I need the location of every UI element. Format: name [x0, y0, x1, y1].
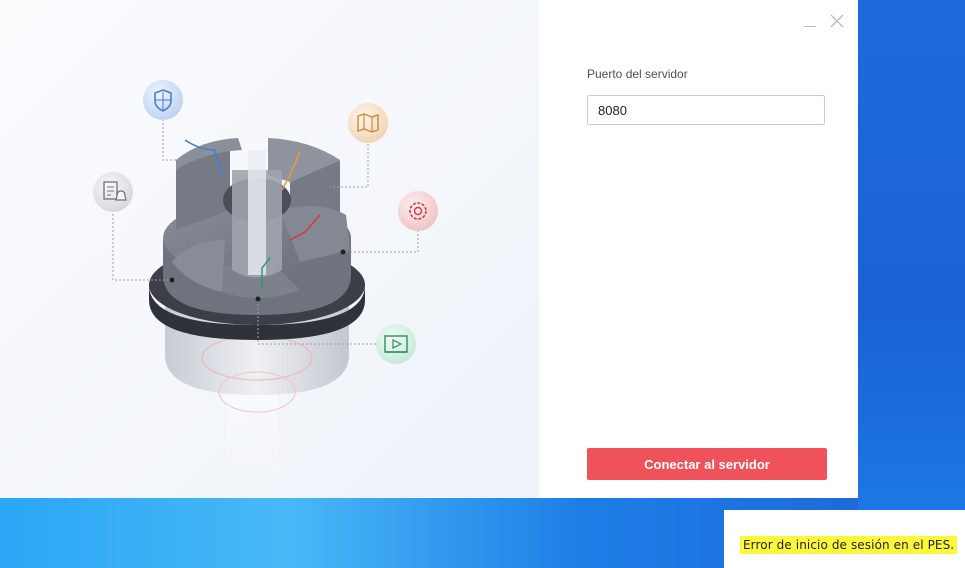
notification-message: Error de inicio de sesión en el PES. [740, 536, 958, 554]
server-illustration [93, 80, 438, 480]
document-bell-icon [93, 172, 133, 212]
close-icon[interactable] [826, 10, 848, 32]
port-label: Puerto del servidor [587, 67, 688, 81]
port-input[interactable] [587, 95, 825, 125]
gear-icon [398, 191, 438, 231]
video-icon [376, 324, 416, 364]
connect-button[interactable]: Conectar al servidor [587, 448, 827, 480]
shield-icon [143, 80, 183, 120]
minimize-icon[interactable] [799, 10, 821, 32]
desktop-wallpaper-right [858, 0, 965, 510]
hero-illustration [0, 0, 539, 498]
map-icon [348, 103, 388, 143]
app-window: Puerto del servidor Conectar al servidor [0, 0, 858, 498]
